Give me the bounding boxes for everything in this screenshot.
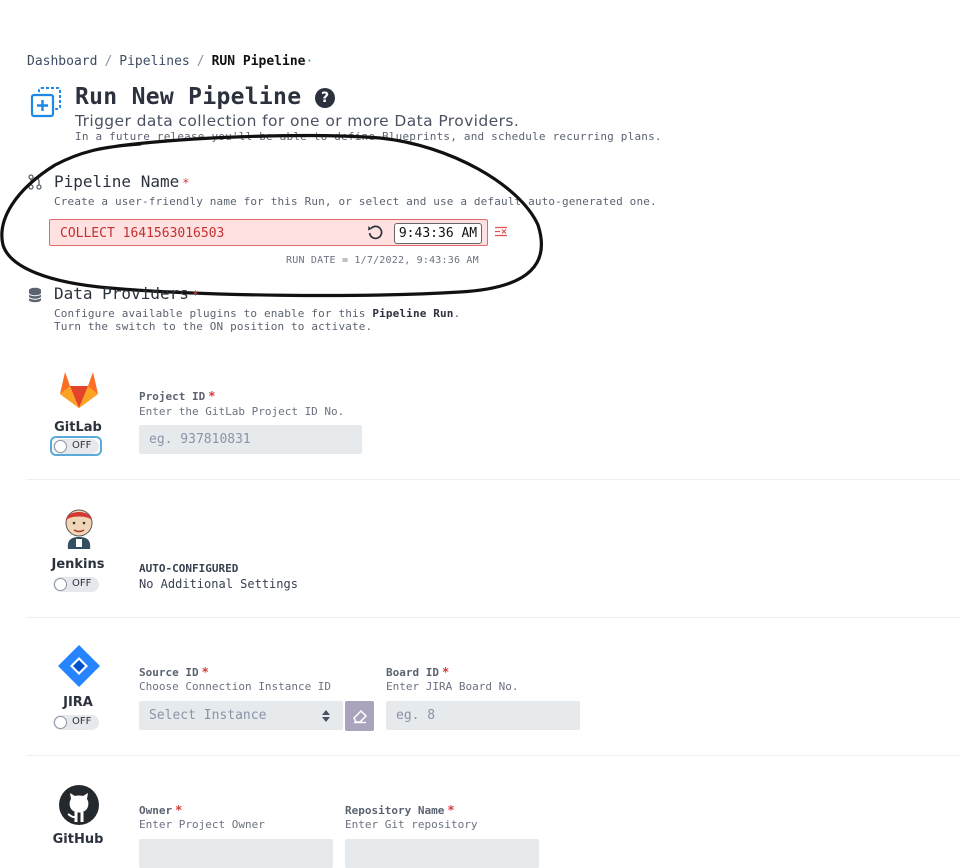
project-id-help: Enter the GitLab Project ID No. <box>139 405 345 418</box>
breadcrumb-dashboard[interactable]: Dashboard <box>27 54 97 69</box>
breadcrumb-status-dot: · <box>305 54 314 69</box>
board-id-input[interactable]: eg. 8 <box>386 701 580 730</box>
board-id-label: Board ID * <box>386 665 450 679</box>
owner-label: Owner * <box>139 803 183 817</box>
jenkins-logo-icon <box>65 509 93 549</box>
git-branch-icon <box>28 174 42 190</box>
breadcrumb-pipelines[interactable]: Pipelines <box>119 54 189 69</box>
project-id-input[interactable]: eg. 937810831 <box>139 425 362 454</box>
database-icon <box>28 287 42 303</box>
required-mark: * <box>208 389 216 403</box>
breadcrumb-separator: / <box>196 54 205 69</box>
time-field[interactable]: 9:43:36 AM <box>394 223 482 244</box>
toggle-state: OFF <box>72 716 92 727</box>
clear-icon[interactable] <box>494 226 508 237</box>
repository-name-input[interactable] <box>345 839 539 868</box>
eraser-icon <box>353 709 368 724</box>
data-providers-description: Configure available plugins to enable fo… <box>54 307 461 320</box>
toggle-knob <box>54 578 67 591</box>
toggle-knob <box>54 716 67 729</box>
jira-toggle[interactable]: OFF <box>53 715 99 730</box>
gitlab-toggle[interactable]: OFF <box>53 439 99 454</box>
source-id-help: Choose Connection Instance ID <box>139 680 332 693</box>
provider-divider <box>27 755 960 756</box>
github-logo-icon <box>59 785 99 825</box>
pipeline-name-value: COLLECT 1641563016503 <box>60 226 225 241</box>
owner-input[interactable] <box>139 839 333 868</box>
board-id-help: Enter JIRA Board No. <box>386 680 519 693</box>
required-mark: * <box>175 803 183 817</box>
toggle-state: OFF <box>72 578 92 589</box>
toggle-knob <box>54 440 67 453</box>
select-arrows-icon <box>322 710 330 722</box>
run-date: RUN DATE = 1/7/2022, 9:43:36 AM <box>286 255 479 266</box>
required-mark: * <box>447 803 455 817</box>
jira-name: JIRA <box>63 695 93 710</box>
required-mark: * <box>441 665 450 679</box>
gitlab-name: GitLab <box>54 420 102 435</box>
pipeline-name-description: Create a user-friendly name for this Run… <box>54 195 657 208</box>
required-mark: * <box>191 288 200 302</box>
page-note: In a future release you'll be able to de… <box>75 130 662 143</box>
breadcrumb: Dashboard / Pipelines / RUN Pipeline· <box>27 54 313 69</box>
clear-selection-button[interactable] <box>345 701 374 731</box>
toggle-state: OFF <box>72 440 92 451</box>
refresh-icon[interactable] <box>367 224 384 241</box>
source-id-label: Source ID * <box>139 665 209 679</box>
project-id-label: Project ID * <box>139 389 216 403</box>
add-pipeline-icon <box>30 87 61 118</box>
repository-name-help: Enter Git repository <box>345 818 478 831</box>
page-subtitle: Trigger data collection for one or more … <box>75 112 520 130</box>
auto-configured-note: No Additional Settings <box>139 577 298 591</box>
repository-name-label: Repository Name * <box>345 803 455 817</box>
pipeline-name-title: Pipeline Name * <box>54 172 190 191</box>
data-providers-description-line2: Turn the switch to the ON position to ac… <box>54 320 373 333</box>
owner-help: Enter Project Owner <box>139 818 265 831</box>
jenkins-name: Jenkins <box>51 557 105 572</box>
required-mark: * <box>182 176 190 190</box>
breadcrumb-separator: / <box>104 54 113 69</box>
jira-logo-icon <box>58 645 100 687</box>
required-mark: * <box>201 665 209 679</box>
breadcrumb-current: RUN Pipeline <box>211 54 306 69</box>
gitlab-logo-icon <box>60 372 98 408</box>
provider-divider <box>27 617 960 618</box>
jenkins-toggle[interactable]: OFF <box>53 577 99 592</box>
page-title: Run New Pipeline <box>75 84 302 110</box>
auto-configured-label: AUTO-CONFIGURED <box>139 562 239 575</box>
data-providers-title: Data Providers * <box>54 284 200 303</box>
help-icon[interactable]: ? <box>315 88 335 108</box>
source-instance-select[interactable]: Select Instance <box>139 701 343 730</box>
github-name: GitHub <box>52 832 104 847</box>
provider-divider <box>27 479 960 480</box>
